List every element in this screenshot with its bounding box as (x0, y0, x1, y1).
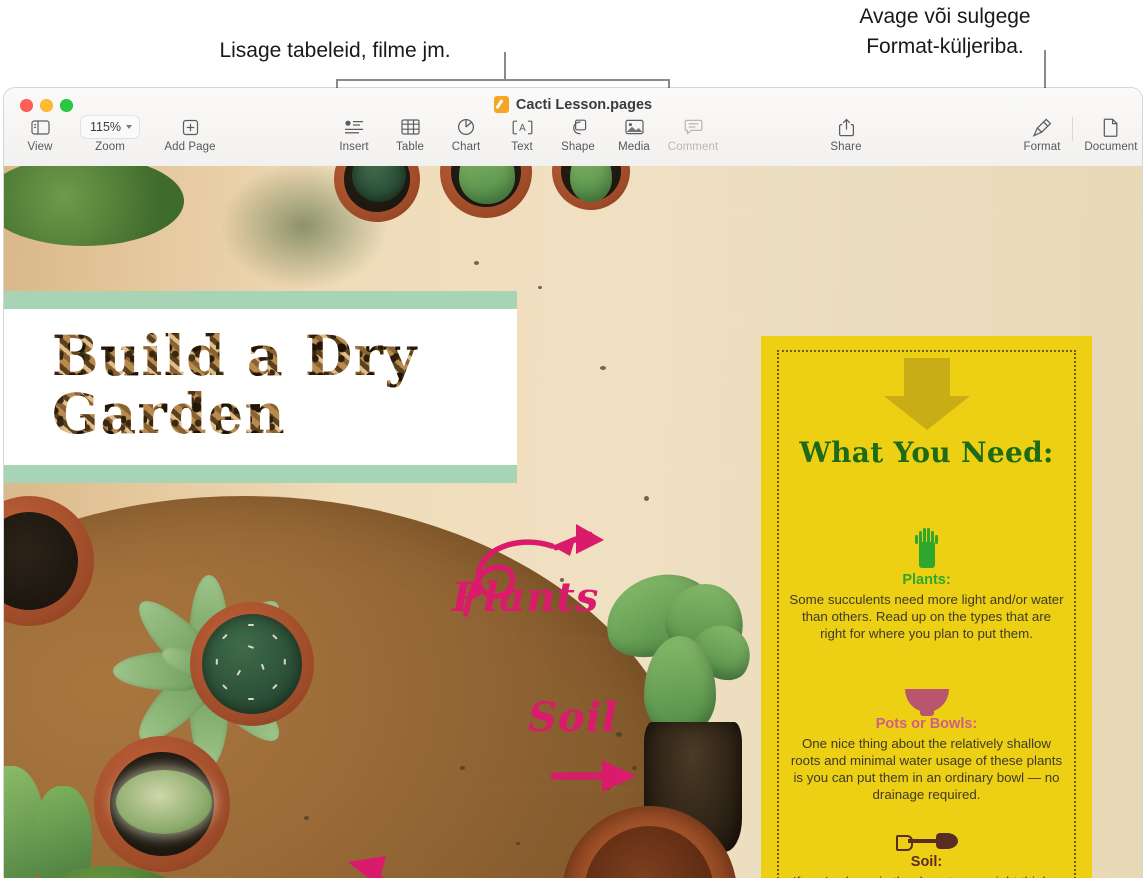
ink-annotation-bowls[interactable]: Bowls (334, 838, 544, 878)
cactus-column-left-2 (34, 786, 92, 878)
toolbar-comment-button[interactable]: Comment (662, 115, 724, 153)
toolbar-media-label: Media (618, 141, 650, 153)
toolbar-chart-label: Chart (451, 141, 481, 153)
toolbar-center-group: Insert Table Chart A Text Shape Media Co… (326, 115, 724, 153)
yellow-callout-panel[interactable]: What You Need: Plants: Some succulents n… (761, 336, 1092, 878)
add-page-icon (182, 115, 199, 139)
toolbar-format-label: Format (1023, 141, 1061, 153)
insert-icon (344, 115, 364, 139)
toolbar-text-button[interactable]: A Text (494, 115, 550, 153)
table-icon (400, 115, 420, 139)
yellow-section-title-plants: Plants: (902, 572, 951, 588)
cactus-ball-round (202, 614, 302, 714)
toolbar-insert-label: Insert (339, 141, 369, 153)
pages-document-icon (493, 96, 509, 113)
close-button[interactable] (20, 99, 33, 112)
yellow-section-title-soil: Soil: (910, 854, 943, 870)
toolbar-comment-label: Comment (667, 141, 719, 153)
toolbar-chart-button[interactable]: Chart (438, 115, 494, 153)
callout-left-text: Lisage tabeleid, filme jm. (219, 39, 451, 62)
toolbar-text-label: Text (511, 141, 533, 153)
toolbar-view-button[interactable]: View (12, 115, 68, 153)
toolbar-share-label: Share (830, 141, 862, 153)
chart-icon (457, 115, 475, 139)
cactus-fuzzy (116, 770, 212, 834)
callout-left-leader (504, 52, 506, 81)
yellow-section-body-pots: One nice thing about the relatively shal… (790, 736, 1063, 802)
shape-icon (569, 115, 587, 139)
toolbar-right-group: Format Document (1012, 115, 1142, 153)
screenshot-root: Lisage tabeleid, filme jm. Avage või sul… (0, 0, 1146, 878)
shovel-icon (895, 832, 958, 851)
pages-app-window: Cacti Lesson.pages View 115% Zoom Add Pa… (4, 88, 1142, 878)
page-headline: Build a Dry Garden (4, 327, 517, 443)
mint-band-top (4, 291, 517, 309)
zoom-button[interactable] (60, 99, 73, 112)
mint-band-bottom (4, 465, 517, 483)
plant-top-moss (4, 166, 184, 246)
toolbar-add-page-label: Add Page (164, 141, 216, 153)
yellow-section-body-plants: Some succulents need more light and/or w… (789, 592, 1064, 641)
toolbar-format-button[interactable]: Format (1012, 115, 1072, 153)
yellow-section-pots: Pots or Bowls: One nice thing about the … (789, 670, 1064, 803)
document-title-text: Cacti Lesson.pages (515, 96, 653, 113)
svg-text:A: A (519, 123, 526, 134)
toolbar-shape-label: Shape (561, 141, 595, 153)
zoom-percent-popup[interactable]: 115% (80, 116, 140, 138)
zoom-percent-value: 115% (89, 120, 122, 134)
toolbar-document-label: Document (1084, 141, 1138, 153)
yellow-section-plants: Plants: Some succulents need more light … (789, 526, 1064, 642)
toolbar-document-button[interactable]: Document (1073, 115, 1142, 153)
toolbar-share-button[interactable]: Share (818, 115, 874, 153)
comment-icon (684, 115, 703, 139)
toolbar-zoom-control[interactable]: 115% Zoom (68, 115, 152, 153)
document-canvas[interactable]: Build a Dry Garden Plants Soil What You … (4, 166, 1142, 878)
headline-container: Build a Dry Garden (4, 309, 517, 465)
ink-label-soil: Soil (528, 694, 618, 741)
toolbar-insert-button[interactable]: Insert (326, 115, 382, 153)
chevron-down-icon (126, 125, 133, 129)
document-title: Cacti Lesson.pages (4, 96, 1142, 113)
ink-annotation-soil[interactable]: Soil (522, 694, 662, 804)
media-icon (624, 115, 644, 139)
yellow-panel-heading: What You Need: (799, 436, 1054, 469)
toolbar-table-button[interactable]: Table (382, 115, 438, 153)
toolbar-left-group: View 115% Zoom Add Page (12, 115, 228, 153)
yellow-section-soil: Soil: If you've been in the desert, you … (789, 808, 1064, 878)
share-icon (838, 115, 855, 139)
toolbar-shape-button[interactable]: Shape (550, 115, 606, 153)
document-icon (1103, 115, 1119, 139)
toolbar-media-button[interactable]: Media (606, 115, 662, 153)
yellow-section-title-pots: Pots or Bowls: (875, 716, 978, 732)
toolbar-share-group: Share (818, 115, 874, 153)
toolbar-add-page-button[interactable]: Add Page (152, 115, 228, 153)
bowl-icon (904, 689, 949, 712)
minimize-button[interactable] (40, 99, 53, 112)
ink-label-plants: Plants (452, 574, 600, 621)
window-titlebar: Cacti Lesson.pages View 115% Zoom Add Pa… (4, 88, 1142, 167)
ink-annotation-plants[interactable]: Plants (444, 518, 624, 638)
cactus-icon (914, 528, 940, 568)
callout-right-text: Avage või sulgege Format-küljeriba. (859, 5, 1031, 58)
toolbar-table-label: Table (396, 141, 424, 153)
format-brush-icon (1032, 115, 1053, 139)
sidebar-view-icon (30, 115, 50, 139)
toolbar-zoom-label: Zoom (95, 141, 125, 153)
toolbar-view-label: View (27, 141, 53, 153)
document-title-block[interactable]: Build a Dry Garden (4, 291, 517, 483)
yellow-section-body-soil: If you've been in the desert, you might … (789, 873, 1064, 878)
text-box-icon: A (512, 115, 533, 139)
background-photo: Build a Dry Garden Plants Soil What You … (4, 166, 1142, 878)
